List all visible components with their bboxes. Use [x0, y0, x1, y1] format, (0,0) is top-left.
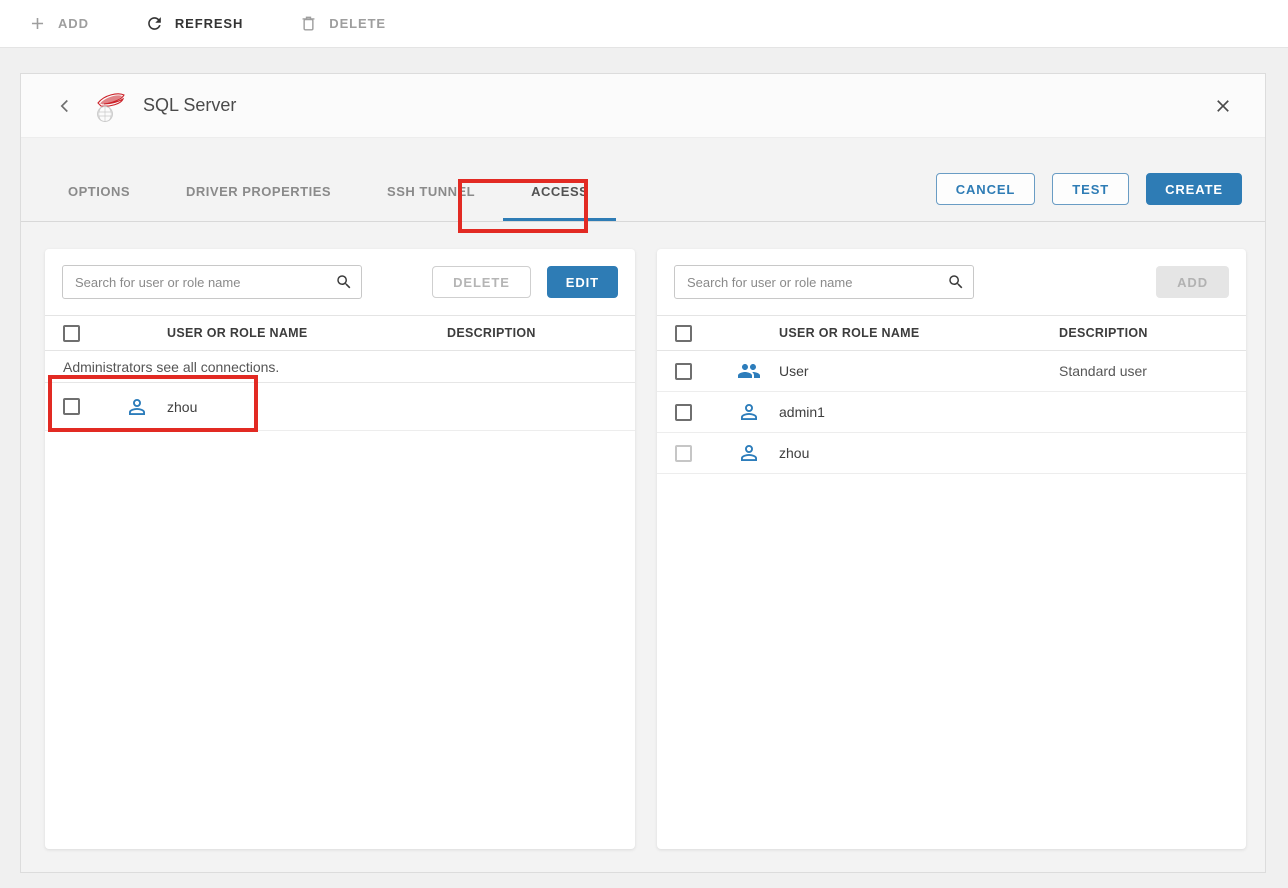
add-access-button[interactable]: ADD: [1156, 266, 1229, 298]
create-button[interactable]: CREATE: [1146, 173, 1242, 205]
granted-table-header: USER OR ROLE NAME DESCRIPTION: [45, 315, 635, 351]
back-button[interactable]: [53, 94, 77, 118]
granted-row-name: zhou: [167, 399, 447, 415]
sql-server-logo-icon: [93, 88, 127, 124]
trash-icon: [299, 14, 318, 33]
top-toolbar: ADD REFRESH DELETE: [0, 0, 1288, 48]
available-row-checkbox-disabled: [675, 445, 692, 462]
edit-access-button[interactable]: EDIT: [547, 266, 618, 298]
available-col-name: USER OR ROLE NAME: [779, 326, 1059, 340]
tab-options[interactable]: OPTIONS: [40, 184, 158, 221]
granted-panel-toolbar: DELETE EDIT: [45, 249, 635, 315]
tab-access[interactable]: ACCESS: [503, 184, 616, 221]
available-row-admin1[interactable]: admin1: [657, 392, 1246, 433]
available-panel-toolbar: ADD: [657, 249, 1246, 315]
tab-driver-properties[interactable]: DRIVER PROPERTIES: [158, 184, 359, 221]
granted-select-all-checkbox[interactable]: [63, 325, 80, 342]
refresh-icon: [145, 14, 164, 33]
available-row-name: User: [779, 363, 1059, 379]
delete-access-button[interactable]: DELETE: [432, 266, 531, 298]
plus-icon: [28, 14, 47, 33]
available-col-description: DESCRIPTION: [1059, 326, 1246, 340]
available-row-name: zhou: [779, 445, 1059, 461]
granted-col-name: USER OR ROLE NAME: [167, 326, 447, 340]
available-search-input[interactable]: [674, 265, 974, 299]
granted-row-zhou[interactable]: zhou: [45, 383, 635, 431]
refresh-button[interactable]: REFRESH: [145, 14, 243, 33]
tab-ssh-tunnel[interactable]: SSH TUNNEL: [359, 184, 503, 221]
cancel-button[interactable]: CANCEL: [936, 173, 1036, 205]
add-connection-button[interactable]: ADD: [28, 14, 89, 33]
connection-dialog: SQL Server OPTIONS DRIVER PROPERTIES SSH…: [20, 73, 1266, 873]
available-table-header: USER OR ROLE NAME DESCRIPTION: [657, 315, 1246, 351]
refresh-label: REFRESH: [175, 16, 243, 31]
dialog-title: SQL Server: [143, 95, 236, 116]
user-icon: [125, 395, 149, 419]
add-connection-label: ADD: [58, 16, 89, 31]
user-icon: [737, 441, 761, 465]
dialog-actions: CANCEL TEST CREATE: [936, 173, 1242, 205]
available-select-all-checkbox[interactable]: [675, 325, 692, 342]
users-group-icon: [737, 359, 761, 383]
available-users-panel: ADD USER OR ROLE NAME DESCRIPTION User S…: [657, 249, 1246, 849]
granted-col-description: DESCRIPTION: [447, 326, 635, 340]
dialog-header: SQL Server: [21, 74, 1265, 138]
delete-connection-label: DELETE: [329, 16, 386, 31]
granted-search-input[interactable]: [62, 265, 362, 299]
delete-connection-button[interactable]: DELETE: [299, 14, 386, 33]
available-row-checkbox[interactable]: [675, 363, 692, 380]
available-row-description: Standard user: [1059, 363, 1246, 379]
close-icon[interactable]: [1211, 94, 1235, 118]
dialog-tabstrip: OPTIONS DRIVER PROPERTIES SSH TUNNEL ACC…: [21, 138, 1265, 222]
available-row-user[interactable]: User Standard user: [657, 351, 1246, 392]
granted-users-panel: DELETE EDIT USER OR ROLE NAME DESCRIPTIO…: [45, 249, 635, 849]
active-tab-underline: [503, 218, 616, 221]
available-row-name: admin1: [779, 404, 1059, 420]
admin-info-message: Administrators see all connections.: [45, 351, 635, 383]
test-button[interactable]: TEST: [1052, 173, 1129, 205]
user-icon: [737, 400, 761, 424]
available-row-checkbox[interactable]: [675, 404, 692, 421]
granted-row-checkbox[interactable]: [63, 398, 80, 415]
available-row-zhou[interactable]: zhou: [657, 433, 1246, 474]
